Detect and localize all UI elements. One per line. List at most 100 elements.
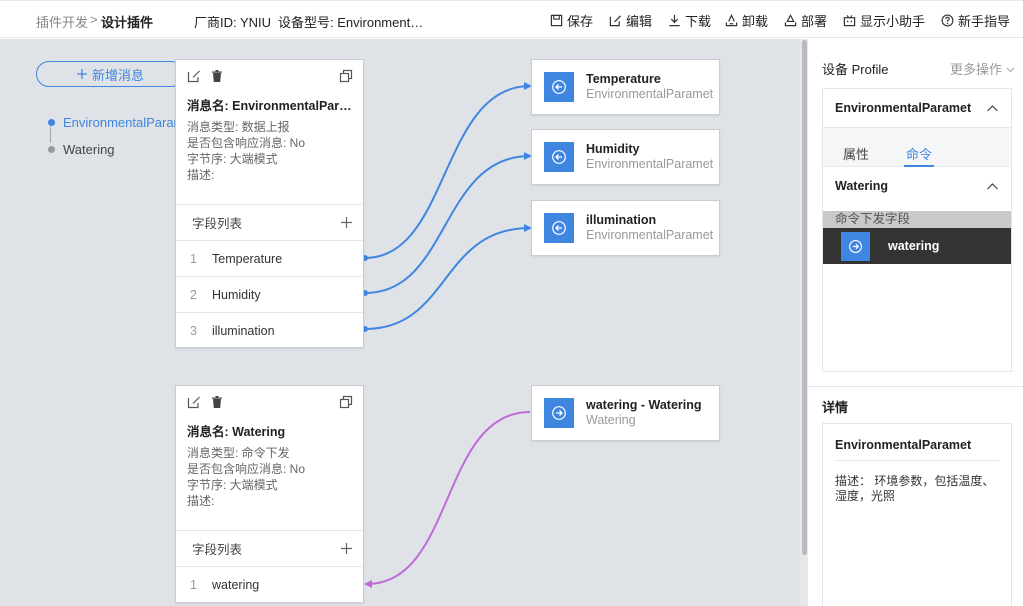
tree-item-label: Watering [63, 142, 115, 157]
field-name: Temperature [212, 251, 283, 266]
message-card-environmental[interactable]: 消息名: EnvironmentalParamet 消息类型: 数据上报 是否包… [175, 59, 364, 348]
message-name: 消息名: Watering [187, 425, 286, 439]
assistant-label: 显示小助手 [860, 14, 926, 29]
device-model: 设备型号: EnvironmentalParamet [278, 15, 424, 30]
guide-button[interactable]: 新手指导 [941, 11, 1010, 30]
edit-button[interactable]: 编辑 [609, 11, 652, 30]
property-card-temperature[interactable]: Temperature EnvironmentalParamet [531, 59, 720, 115]
edit-icon[interactable] [187, 69, 201, 83]
panel-divider [808, 386, 1023, 387]
profile-tabs: 属性 命令 [823, 127, 1011, 167]
profile-title: 设备 Profile [822, 62, 889, 77]
message-name: 消息名: EnvironmentalParamet [187, 99, 352, 113]
field-list-header: 字段列表 [176, 204, 363, 240]
field-row[interactable]: 1 watering [176, 566, 363, 602]
tree-item-watering[interactable]: Watering [48, 142, 115, 157]
detail-divider [835, 460, 999, 461]
property-service: Watering [586, 413, 636, 427]
message-has-response: 是否包含响应消息: No [187, 136, 306, 150]
field-list-label: 字段列表 [192, 217, 243, 231]
field-row[interactable]: 1 Temperature [176, 240, 363, 276]
copy-icon[interactable] [339, 395, 353, 409]
message-card-watering[interactable]: 消息名: Watering 消息类型: 命令下发 是否包含响应消息: No 字节… [175, 385, 364, 603]
field-name: Humidity [212, 287, 261, 302]
copy-icon[interactable] [339, 69, 353, 83]
uninstall-button[interactable]: 卸载 [725, 11, 768, 30]
edit-icon [609, 15, 622, 27]
add-message-button[interactable]: 新增消息 [36, 61, 184, 87]
field-index: 1 [190, 577, 197, 592]
service-name: EnvironmentalParamet [835, 101, 972, 115]
message-type: 消息类型: 命令下发 [187, 446, 290, 460]
message-has-response: 是否包含响应消息: No [187, 462, 306, 476]
assistant-button[interactable]: 显示小助手 [843, 11, 925, 30]
more-actions-dropdown[interactable]: 更多操作 [950, 59, 1015, 78]
property-name: Temperature [586, 72, 661, 86]
field-index: 1 [190, 251, 197, 266]
link-humidity [364, 155, 531, 294]
detail-box: EnvironmentalParamet 描述： 环境参数，包括温度、湿度，光照 [822, 423, 1012, 606]
field-list-header: 字段列表 [176, 530, 363, 566]
chevron-up-icon [987, 104, 998, 111]
command-header[interactable]: Watering [823, 169, 1011, 203]
uninstall-icon [725, 14, 738, 27]
download-icon [669, 14, 680, 27]
more-actions-label: 更多操作 [950, 62, 1003, 77]
chevron-down-icon [1006, 67, 1015, 73]
add-field-icon[interactable] [340, 542, 353, 555]
help-icon [941, 14, 954, 27]
profile-panel: 设备 Profile 更多操作 EnvironmentalParamet 属性 … [808, 39, 1023, 606]
field-index: 2 [190, 287, 197, 302]
property-service: EnvironmentalParamet [586, 157, 714, 171]
field-row[interactable]: 3 illumination [176, 312, 363, 348]
detail-name: EnvironmentalParamet [835, 438, 972, 452]
report-arrow-icon [544, 72, 574, 102]
message-description: 描述: [187, 494, 215, 508]
breadcrumb-separator: > [90, 12, 98, 27]
edit-label: 编辑 [626, 14, 653, 29]
card-toolbar [176, 60, 363, 94]
deploy-label: 部署 [801, 14, 828, 29]
message-info: 消息名: Watering 消息类型: 命令下发 是否包含响应消息: No 字节… [176, 420, 363, 509]
link-watering-arrow [364, 580, 372, 588]
property-name: Humidity [586, 142, 640, 156]
design-canvas: 新增消息 EnvironmentalParamet Watering 消息名: … [0, 39, 806, 606]
card-toolbar [176, 386, 363, 420]
tree-item-environmental[interactable]: EnvironmentalParamet [48, 115, 195, 130]
top-bar: 插件开发 > 设计插件 厂商ID: YNIU 设备型号: Environment… [0, 0, 1023, 38]
property-card-watering[interactable]: watering - Watering Watering [531, 385, 720, 441]
canvas-scrollbar-thumb[interactable] [802, 40, 807, 555]
command-arrow-icon [544, 398, 574, 428]
property-card-illumination[interactable]: illumination EnvironmentalParamet [531, 200, 720, 256]
report-arrow-icon [544, 142, 574, 172]
service-box: EnvironmentalParamet 属性 命令 Watering 命令下发… [822, 88, 1012, 372]
service-header[interactable]: EnvironmentalParamet [823, 89, 1011, 127]
message-byte-order: 字节序: 大端模式 [187, 152, 278, 166]
field-list-label: 字段列表 [192, 543, 243, 557]
vendor-id: 厂商ID: YNIU [194, 15, 272, 30]
link-watering [366, 411, 531, 585]
edit-icon[interactable] [187, 395, 201, 409]
deploy-button[interactable]: 部署 [784, 11, 827, 30]
report-arrow-icon [544, 213, 574, 243]
save-button[interactable]: 保存 [550, 11, 593, 30]
tab-command[interactable]: 命令 [904, 144, 935, 167]
message-byte-order: 字节序: 大端模式 [187, 478, 278, 492]
field-name: watering [212, 577, 260, 592]
property-service: EnvironmentalParamet [586, 87, 714, 101]
link-temperature [364, 85, 531, 259]
tab-property[interactable]: 属性 [843, 144, 869, 163]
field-name: illumination [212, 323, 275, 338]
delete-icon[interactable] [210, 69, 224, 83]
property-card-humidity[interactable]: Humidity EnvironmentalParamet [531, 129, 720, 185]
command-field-item[interactable]: watering [823, 228, 1011, 264]
add-field-icon[interactable] [340, 216, 353, 229]
field-row[interactable]: 2 Humidity [176, 276, 363, 312]
download-button[interactable]: 下载 [668, 11, 711, 30]
tree-dot-active [48, 119, 55, 126]
field-index: 3 [190, 323, 197, 338]
plus-icon [76, 69, 87, 79]
detail-description: 描述： 环境参数，包括温度、湿度，光照 [835, 474, 995, 503]
delete-icon[interactable] [210, 395, 224, 409]
breadcrumb-plugin-dev[interactable]: 插件开发 [36, 12, 88, 31]
